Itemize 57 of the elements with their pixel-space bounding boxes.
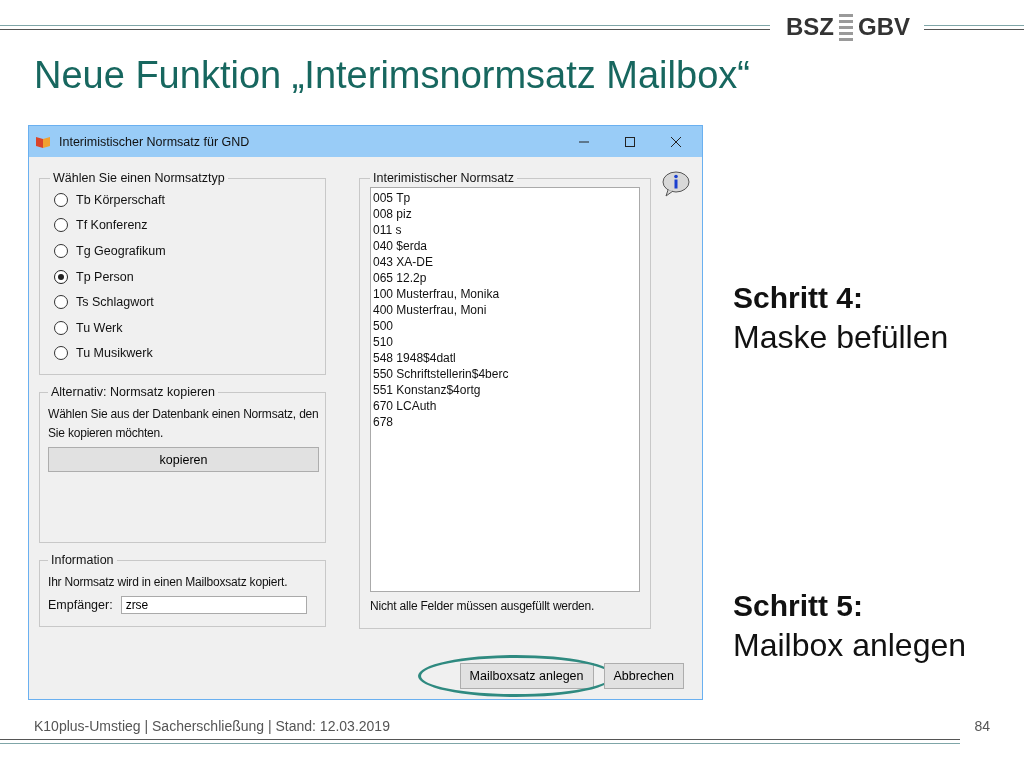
book-icon xyxy=(35,134,51,149)
step-text: Mailbox anlegen xyxy=(733,626,967,665)
record-line: 400 Musterfrau, Moni xyxy=(373,302,488,318)
radio-option[interactable]: Ts Schlagwort xyxy=(50,289,315,315)
group-title: Alternativ: Normsatz kopieren xyxy=(50,385,216,399)
window-title: Interimistischer Normsatz für GND xyxy=(59,134,250,149)
hint-text: Nicht alle Felder müssen ausgefüllt werden. xyxy=(370,598,596,615)
group-title: Information xyxy=(50,553,115,567)
close-icon[interactable] xyxy=(670,135,682,148)
logo-text: BSZ xyxy=(786,13,834,41)
page-number: 84 xyxy=(974,718,990,734)
record-line: 008 piz xyxy=(373,206,413,222)
radio-option[interactable]: Tf Konferenz xyxy=(50,212,315,239)
radio-option[interactable]: Tu Werk xyxy=(50,314,315,341)
record-line: 678 xyxy=(373,414,395,430)
footer-text: K10plus-Umstieg | Sacherschließung | Stand: 12.03.2019 xyxy=(34,718,390,734)
dialog-button[interactable]: Mailboxsatz anlegen xyxy=(459,663,594,689)
radio-button[interactable] xyxy=(54,218,68,233)
radio-button[interactable] xyxy=(54,269,68,284)
record-line: 550 Schriftstellerin$4berc xyxy=(373,366,510,382)
maximize-icon[interactable] xyxy=(624,135,636,148)
record-line: 548 1948$4datl xyxy=(373,350,457,366)
record-line: 005 Tp xyxy=(373,190,412,206)
record-line: 500 xyxy=(373,318,395,334)
record-line: 043 XA-DE xyxy=(373,254,435,270)
logo-mark-icon xyxy=(838,12,854,42)
radio-button[interactable] xyxy=(54,244,68,258)
radio-option[interactable]: Tg Geografikum xyxy=(50,238,315,264)
record-line: 040 $erda xyxy=(373,238,429,254)
step-text: Maske befüllen xyxy=(733,318,950,357)
logo-text: GBV xyxy=(858,13,910,41)
dialog-button[interactable]: Abbrechen xyxy=(603,663,684,689)
record-line: 551 Konstanz$4ortg xyxy=(373,382,482,398)
radio-option[interactable]: Tp Person xyxy=(50,263,315,290)
group-title: Wählen Sie einen Normsatztyp xyxy=(52,171,226,185)
radio-button[interactable] xyxy=(54,295,68,310)
record-text-area[interactable]: 005 Tp 008 piz 011 s 040 $erda 043 XA-DE 065 12.2p 100 Musterfrau, Monika 400 Musterfrau, Moni 500 510 548 1948$4datl 550 Schriftstellerin$4berc 551 Konstanz$4ortg 670 LCAuth 678 xyxy=(370,187,640,592)
step-title: Schritt 4: xyxy=(733,280,865,316)
record-line: 510 xyxy=(373,334,395,350)
record-line: 100 Musterfrau, Monika xyxy=(373,286,501,302)
step-title: Schritt 5: xyxy=(733,588,865,624)
copy-instructions: Wählen Sie aus der Datenbank einen Normsatz, den Sie kopieren möchten. xyxy=(48,406,319,442)
record-line: 011 s xyxy=(373,222,403,238)
recipient-field[interactable]: zrse xyxy=(120,596,307,614)
info-text: Ihr Normsatz wird in einen Mailboxsatz kopiert. xyxy=(48,574,289,591)
group-title: Interimistischer Normsatz xyxy=(372,171,515,185)
recipient-label: Empfänger: xyxy=(48,598,113,612)
slide-title: Neue Funktion „Interimsnormsatz Mailbox“ xyxy=(34,54,751,97)
radio-button[interactable] xyxy=(54,192,68,207)
radio-option[interactable]: Tu Musikwerk xyxy=(50,340,315,367)
radio-button[interactable] xyxy=(54,346,68,361)
radio-option[interactable]: Tb Körperschaft xyxy=(50,187,315,213)
radio-button[interactable] xyxy=(54,320,68,335)
record-line: 670 LCAuth xyxy=(373,398,438,414)
info-icon[interactable] xyxy=(661,171,691,197)
record-line: 065 12.2p xyxy=(373,270,428,286)
copy-button[interactable]: kopieren xyxy=(48,447,319,472)
